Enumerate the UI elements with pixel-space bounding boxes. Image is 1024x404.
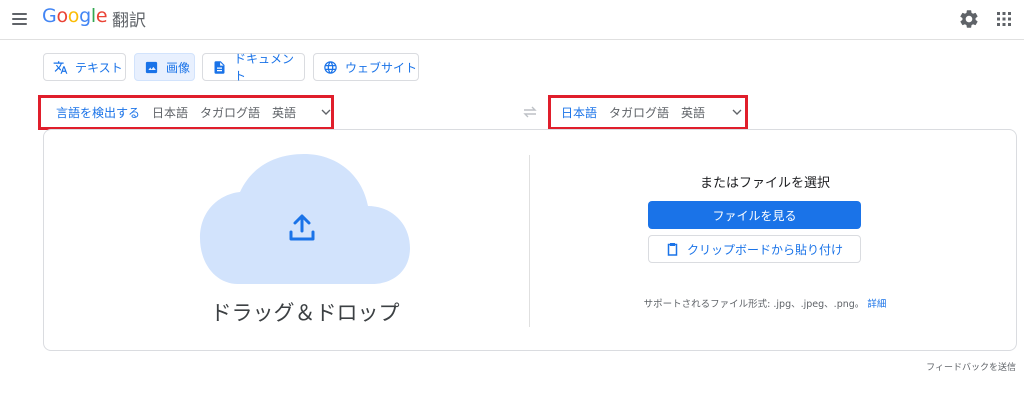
product-name: 翻訳	[112, 11, 146, 31]
supported-formats-label: サポートされるファイル形式: .jpg、.jpeg、.png。	[643, 299, 865, 310]
settings-icon[interactable]	[958, 8, 980, 30]
tab-website[interactable]: ウェブサイト	[313, 53, 419, 81]
logo-letter-g2: g	[79, 5, 91, 27]
tab-text[interactable]: テキスト	[43, 53, 126, 81]
tab-document-label: ドキュメント	[234, 52, 295, 83]
menu-icon[interactable]	[11, 10, 29, 26]
tab-document[interactable]: ドキュメント	[202, 52, 305, 83]
or-select-file-label: またはファイルを選択	[699, 176, 830, 191]
cloud-upload-icon[interactable]	[196, 152, 412, 287]
image-icon	[145, 61, 158, 73]
logo-letter-o1: o	[56, 5, 68, 27]
highlight-box-source	[38, 95, 334, 130]
highlight-box-target	[548, 95, 748, 130]
paste-from-clipboard-label: クリップボードから貼り付け	[686, 242, 843, 257]
apps-grid-icon[interactable]	[994, 9, 1014, 29]
browse-files-button[interactable]: ファイルを見る	[648, 201, 861, 229]
document-icon	[214, 60, 225, 74]
globe-icon	[324, 60, 337, 74]
learn-more-link[interactable]: 詳細	[867, 299, 886, 310]
drag-drop-label: ドラッグ＆ドロップ	[210, 301, 400, 325]
top-bar: Google 翻訳	[0, 0, 1024, 40]
swap-languages-icon[interactable]	[520, 102, 540, 122]
paste-from-clipboard-button[interactable]: クリップボードから貼り付け	[648, 235, 861, 263]
tab-text-label: テキスト	[75, 60, 123, 75]
supported-formats-text: サポートされるファイル形式: .jpg、.jpeg、.png。 詳細	[530, 296, 1000, 310]
logo-letter-g: G	[42, 5, 57, 27]
clipboard-icon	[667, 243, 678, 256]
tab-website-label: ウェブサイト	[345, 60, 418, 75]
send-feedback-link[interactable]: フィードバックを送信	[926, 360, 1016, 373]
translate-icon	[53, 60, 68, 74]
google-logo[interactable]: Google	[42, 5, 108, 27]
logo-letter-e: e	[95, 5, 108, 27]
logo-letter-o2: o	[67, 5, 80, 27]
tab-image[interactable]: 画像	[134, 53, 195, 81]
tab-image-label: 画像	[166, 60, 191, 75]
